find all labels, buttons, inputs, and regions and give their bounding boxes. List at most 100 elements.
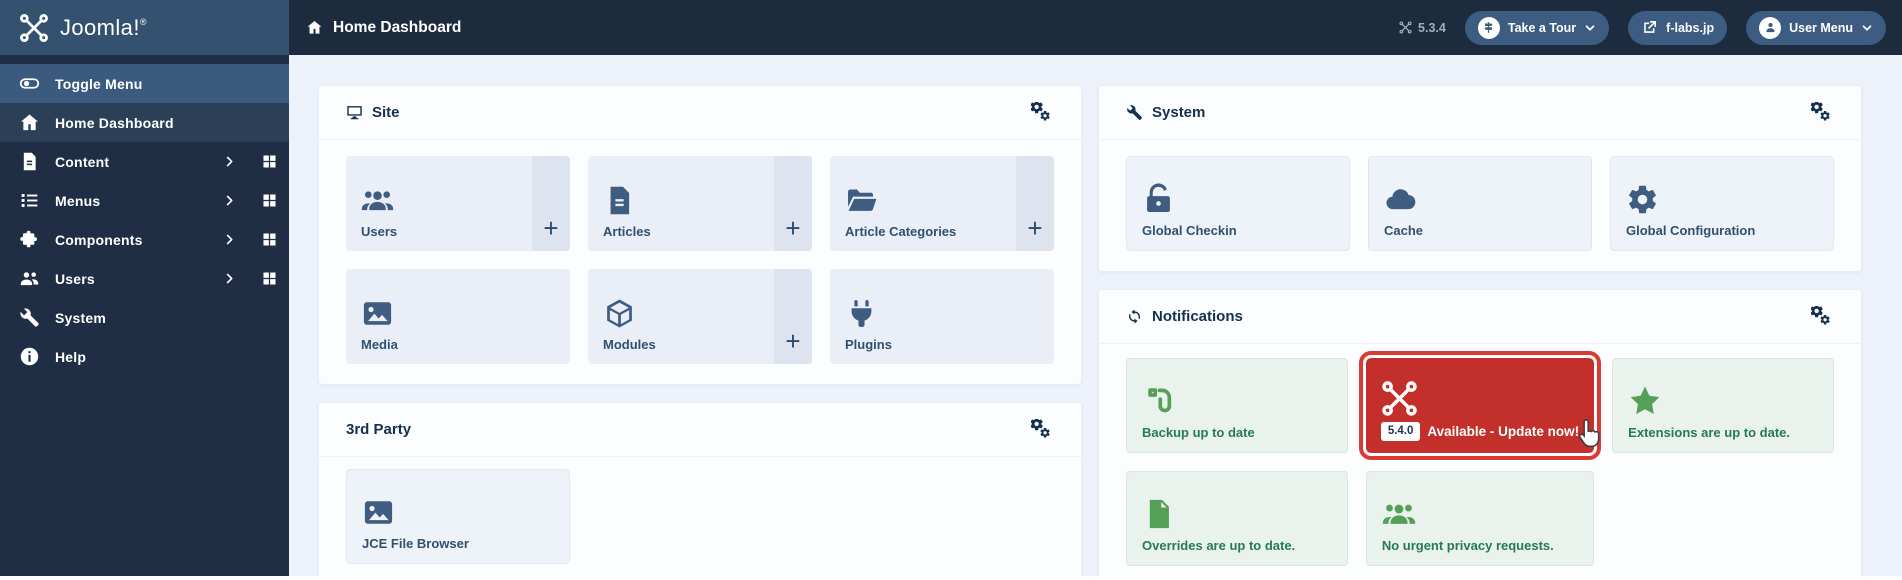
wrench-icon <box>1126 104 1143 121</box>
cube-icon <box>603 297 636 330</box>
chevron-down-icon <box>1861 22 1873 34</box>
dashboard-grid-icon[interactable] <box>261 153 278 170</box>
panel-3rd-party-header: 3rd Party <box>319 403 1081 457</box>
tile-global-checkin[interactable]: Global Checkin <box>1126 156 1350 251</box>
tile-5-4-0-available-update-now[interactable]: 5.4.0 Available - Update now! <box>1365 358 1600 453</box>
sidebar-item-users[interactable]: Users <box>0 259 289 298</box>
add-button[interactable]: + <box>1016 156 1054 251</box>
tile-global-configuration[interactable]: Global Configuration <box>1610 156 1834 251</box>
panel-system: System Global Checkin Cache Global Configu… <box>1098 85 1862 272</box>
panel-3rd-party-title: 3rd Party <box>346 421 412 438</box>
wrench-icon <box>19 307 40 328</box>
home-icon <box>19 112 40 133</box>
sidebar-item-components[interactable]: Components <box>0 220 289 259</box>
panel-notifications-title: Notifications <box>1126 308 1243 325</box>
image-icon <box>361 297 394 330</box>
desktop-icon <box>346 104 363 121</box>
panel-notifications: Notifications Backup up to date 5.4.0 Avai… <box>1098 289 1862 576</box>
add-button[interactable]: + <box>774 269 812 364</box>
tile-plugins[interactable]: Plugins <box>830 269 1054 364</box>
tile-users[interactable]: Users + <box>346 156 570 251</box>
file-text-icon <box>19 151 40 172</box>
top-bar-actions: 5.3.4 Take a Tour f-labs.jp User Menu <box>1399 10 1886 45</box>
f-labs-jp-button[interactable]: f-labs.jp <box>1628 10 1728 45</box>
users-icon <box>19 268 40 289</box>
sidebar-item-system[interactable]: System <box>0 298 289 337</box>
panel-system-header: System <box>1099 86 1861 140</box>
tile-cache[interactable]: Cache <box>1368 156 1592 251</box>
joomla-brand[interactable]: Joomla!® <box>0 0 289 55</box>
panel-options-gears-icon[interactable] <box>1811 102 1834 123</box>
user-menu-button[interactable]: User Menu <box>1746 10 1886 45</box>
version-badge: 5.4.0 <box>1380 422 1421 441</box>
sidebar-item-help[interactable]: Help <box>0 337 289 376</box>
add-button[interactable]: + <box>532 156 570 251</box>
dashboard-grid-icon[interactable] <box>261 231 278 248</box>
info-icon <box>19 346 40 367</box>
folder-open-icon <box>845 184 878 217</box>
page-title: Home Dashboard <box>306 19 461 37</box>
system-tiles: Global Checkin Cache Global Configuration <box>1099 140 1861 271</box>
site-tiles: Users + Articles + Article Categories + Media M… <box>319 140 1081 384</box>
joomla-version: 5.3.4 <box>1399 21 1446 35</box>
left-column: Site Users + Articles + Article Categories + M… <box>318 85 1082 576</box>
toggle-icon <box>19 73 40 94</box>
third-party-tiles: JCE File Browser <box>319 457 1081 576</box>
dashboard-grid-icon[interactable] <box>261 192 278 209</box>
tile-modules[interactable]: Modules + <box>588 269 812 364</box>
right-column: System Global Checkin Cache Global Configu… <box>1098 85 1862 576</box>
star-icon <box>1628 384 1662 418</box>
panel-options-gears-icon[interactable] <box>1031 419 1054 440</box>
joomla-mini-icon <box>1399 21 1412 34</box>
tile-articles[interactable]: Articles + <box>588 156 812 251</box>
panel-notifications-header: Notifications <box>1099 290 1861 344</box>
joomla-icon <box>1381 380 1418 417</box>
sidebar-item-menus[interactable]: Menus <box>0 181 289 220</box>
tile-backup-up-to-date[interactable]: Backup up to date <box>1126 358 1348 453</box>
panel-site-header: Site <box>319 86 1081 140</box>
joomla-logo-icon <box>19 13 49 43</box>
panel-site: Site Users + Articles + Article Categories + M… <box>318 85 1082 385</box>
tile-jce-file-browser[interactable]: JCE File Browser <box>346 469 570 564</box>
app-shell: Toggle Menu Home Dashboard Content Menus Com… <box>0 55 1902 576</box>
sidebar-item-toggle-menu[interactable]: Toggle Menu <box>0 64 289 103</box>
external-link-icon <box>1641 19 1658 36</box>
take-a-tour-button[interactable]: Take a Tour <box>1464 10 1610 45</box>
home-icon <box>306 19 323 36</box>
file-text-icon <box>603 184 636 217</box>
unlock-icon <box>1142 183 1175 216</box>
image-icon <box>362 496 395 529</box>
chevron-down-icon <box>1584 22 1596 34</box>
group-icon <box>1382 497 1416 531</box>
tile-article-categories[interactable]: Article Categories + <box>830 156 1054 251</box>
cloud-icon <box>1384 183 1417 216</box>
backup-icon <box>1142 384 1176 418</box>
top-bar-main: Home Dashboard 5.3.4 Take a Tour f-labs.j… <box>289 0 1902 55</box>
add-button[interactable]: + <box>774 156 812 251</box>
tile-overrides-are-up-to-date[interactable]: Overrides are up to date. <box>1126 471 1348 566</box>
panel-site-title: Site <box>346 104 400 121</box>
top-bar: Joomla!® Home Dashboard 5.3.4 Take a Tou… <box>0 0 1902 55</box>
brand-text: Joomla!® <box>60 14 147 40</box>
update-message: 5.4.0 Available - Update now! <box>1380 422 1579 441</box>
sidebar: Toggle Menu Home Dashboard Content Menus Com… <box>0 55 289 576</box>
sidebar-item-home-dashboard[interactable]: Home Dashboard <box>0 103 289 142</box>
notification-tiles: Backup up to date 5.4.0 Available - Update… <box>1099 344 1861 576</box>
chevron-right-icon <box>223 194 236 207</box>
panel-3rd-party: 3rd Party JCE File Browser <box>318 402 1082 576</box>
tile-no-urgent-privacy-requests[interactable]: No urgent privacy requests. <box>1365 471 1595 566</box>
person-icon <box>1759 16 1782 39</box>
gear-icon <box>1626 183 1659 216</box>
tile-media[interactable]: Media <box>346 269 570 364</box>
puzzle-icon <box>19 229 40 250</box>
tile-extensions-are-up-to-date[interactable]: Extensions are up to date. <box>1612 358 1834 453</box>
panel-options-gears-icon[interactable] <box>1811 306 1834 327</box>
group-icon <box>361 184 394 217</box>
chevron-right-icon <box>223 233 236 246</box>
sidebar-item-content[interactable]: Content <box>0 142 289 181</box>
panel-system-title: System <box>1126 104 1205 121</box>
panel-options-gears-icon[interactable] <box>1031 102 1054 123</box>
dashboard-grid-icon[interactable] <box>261 270 278 287</box>
signpost-icon <box>1477 16 1500 39</box>
file-icon <box>1142 497 1176 531</box>
